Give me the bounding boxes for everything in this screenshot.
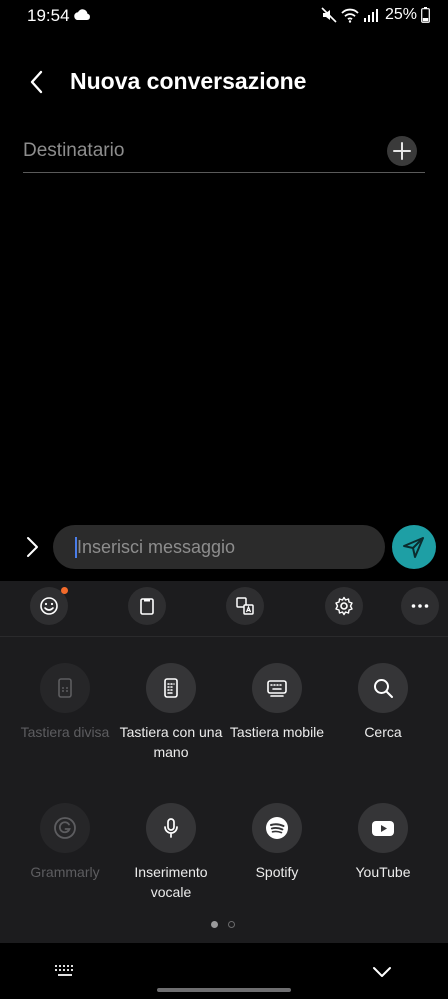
keyboard-toolbar xyxy=(0,581,448,631)
settings-icon xyxy=(335,596,353,616)
one-handed-keyboard-option[interactable]: Tastiera con una mano xyxy=(118,663,224,762)
split-keyboard-icon xyxy=(40,663,90,713)
more-icon xyxy=(411,604,429,608)
battery-icon xyxy=(421,7,430,23)
home-indicator[interactable] xyxy=(157,988,291,992)
keyboard-switch-button[interactable] xyxy=(53,963,77,986)
spotify-label: Spotify xyxy=(255,864,299,880)
one-handed-keyboard-icon xyxy=(146,663,196,713)
chevron-down-icon xyxy=(373,967,391,977)
hide-keyboard-button[interactable] xyxy=(371,961,393,988)
settings-button[interactable] xyxy=(325,587,363,625)
page-title: Nuova conversazione xyxy=(70,68,307,94)
recipient-placeholder[interactable]: Destinatario xyxy=(23,140,124,162)
page-dot xyxy=(228,921,235,928)
youtube-option[interactable]: YouTube xyxy=(330,803,436,882)
voice-input-option[interactable]: Inserimento vocale xyxy=(118,803,224,902)
grammarly-icon xyxy=(40,803,90,853)
mute-icon xyxy=(321,7,337,23)
youtube-label: YouTube xyxy=(355,864,411,880)
weather-icon xyxy=(74,9,90,20)
clipboard-icon xyxy=(140,598,154,615)
message-input[interactable]: Inserisci messaggio xyxy=(53,525,385,569)
microphone-icon xyxy=(146,803,196,853)
status-bar: 19:54 25% xyxy=(0,0,448,32)
voice-input-label: Inserimento vocale xyxy=(134,864,208,900)
clipboard-button[interactable] xyxy=(128,587,166,625)
wifi-icon xyxy=(341,8,359,23)
add-recipient-button[interactable] xyxy=(387,136,417,166)
floating-keyboard-label: Tastiera mobile xyxy=(229,724,325,740)
plus-icon xyxy=(393,142,411,160)
page-dot-active xyxy=(211,921,218,928)
recipient-field[interactable]: Destinatario xyxy=(23,132,425,173)
send-button[interactable] xyxy=(392,525,436,569)
search-label: Cerca xyxy=(364,724,402,740)
youtube-icon xyxy=(358,803,408,853)
message-placeholder[interactable]: Inserisci messaggio xyxy=(77,537,235,558)
notification-dot xyxy=(61,587,68,594)
search-option[interactable]: Cerca xyxy=(330,663,436,742)
emoji-button[interactable] xyxy=(30,587,68,625)
keyboard-panel: Tastiera divisa Tastiera con una mano Ta… xyxy=(0,581,448,999)
search-icon xyxy=(358,663,408,713)
floating-keyboard-icon xyxy=(252,663,302,713)
split-keyboard-option[interactable]: Tastiera divisa xyxy=(12,663,118,742)
status-time: 19:54 xyxy=(27,6,70,25)
status-icons: 25% xyxy=(321,6,430,24)
split-keyboard-label: Tastiera divisa xyxy=(20,724,110,740)
battery-percent: 25% xyxy=(384,6,417,23)
toolbar-divider xyxy=(0,636,448,637)
floating-keyboard-option[interactable]: Tastiera mobile xyxy=(224,663,330,742)
grammarly-option[interactable]: Grammarly xyxy=(12,803,118,882)
spotify-icon xyxy=(252,803,302,853)
keyboard-icon xyxy=(55,965,73,976)
back-button[interactable] xyxy=(22,66,54,98)
send-icon xyxy=(403,537,424,558)
one-handed-keyboard-label: Tastiera con una mano xyxy=(119,724,223,760)
chevron-left-icon xyxy=(30,70,43,94)
expand-options-button[interactable] xyxy=(20,535,44,559)
translate-button[interactable] xyxy=(226,587,264,625)
chevron-right-icon xyxy=(27,537,38,557)
translate-icon xyxy=(236,597,254,615)
spotify-option[interactable]: Spotify xyxy=(224,803,330,882)
page-indicator xyxy=(211,921,235,928)
signal-icon xyxy=(363,9,378,22)
grammarly-label: Grammarly xyxy=(30,864,100,880)
navigation-bar xyxy=(0,943,448,999)
more-button[interactable] xyxy=(401,587,439,625)
emoji-icon xyxy=(40,597,58,615)
